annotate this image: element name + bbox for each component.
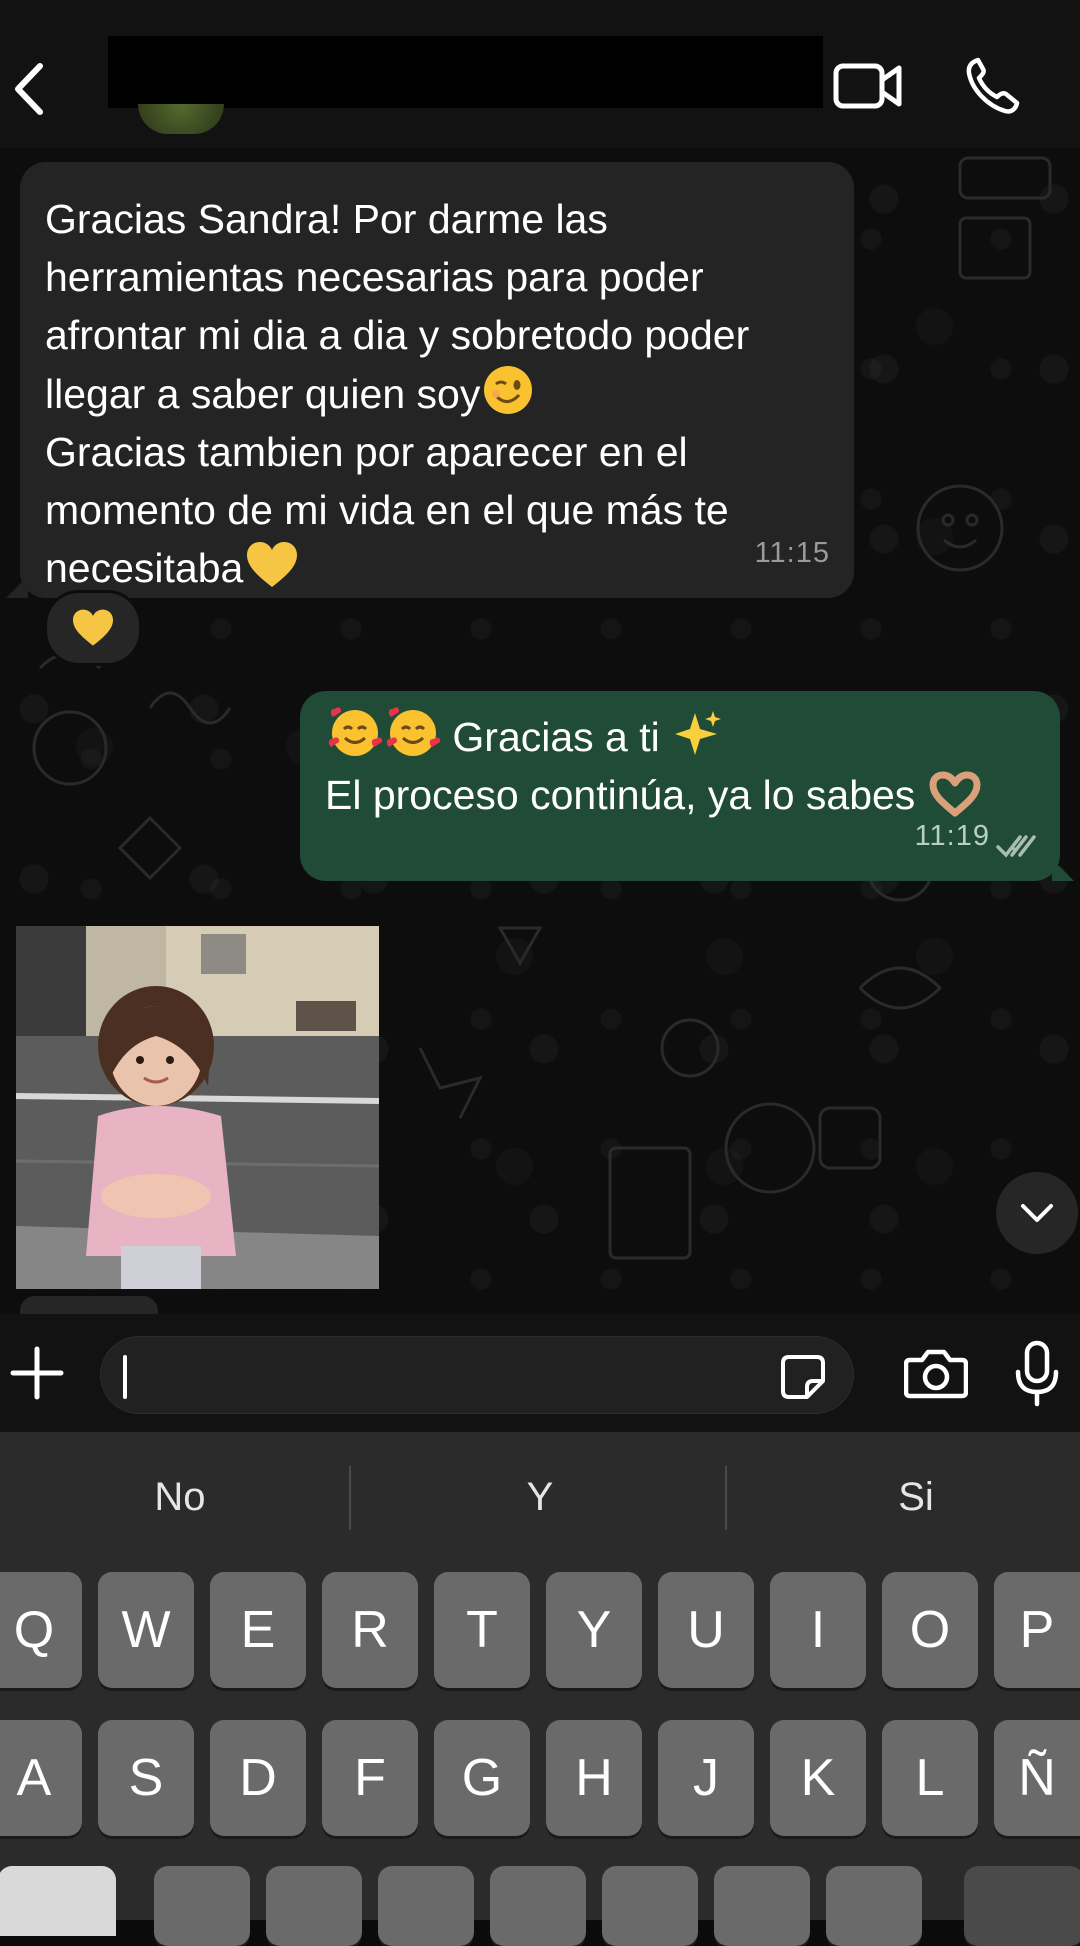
key-row3-partial[interactable]: [378, 1866, 474, 1946]
message-line-with-emoji: necesitaba: [45, 539, 834, 597]
suggestion-no[interactable]: No: [0, 1464, 360, 1530]
double-check-icon: [996, 835, 1036, 858]
contact-avatar[interactable]: [138, 104, 224, 134]
microphone-icon: [1015, 1340, 1059, 1407]
key-w[interactable]: W: [98, 1572, 194, 1688]
yellow-heart-emoji-icon: [73, 609, 113, 646]
suggestion-si[interactable]: Si: [736, 1464, 1080, 1530]
message-line: Gracias tambien por aparecer en el: [45, 429, 688, 475]
text-cursor: [123, 1355, 127, 1399]
key-y[interactable]: Y: [546, 1572, 642, 1688]
key-r[interactable]: R: [322, 1572, 418, 1688]
message-text: Gracias a ti: [452, 714, 660, 760]
suggestion-divider: [725, 1466, 727, 1530]
key-u[interactable]: U: [658, 1572, 754, 1688]
message-text: necesitaba: [45, 545, 244, 591]
key-g[interactable]: G: [434, 1720, 530, 1836]
shift-key[interactable]: [0, 1866, 116, 1936]
key-j[interactable]: J: [658, 1720, 754, 1836]
key-f[interactable]: F: [322, 1720, 418, 1836]
scroll-to-bottom-button[interactable]: [996, 1172, 1078, 1254]
predictive-suggestions-bar: No Y Si: [0, 1432, 1080, 1562]
key-row3-partial[interactable]: [154, 1866, 250, 1946]
key-k[interactable]: K: [770, 1720, 866, 1836]
image-message[interactable]: [16, 926, 379, 1289]
image-caption-peek: [20, 1296, 158, 1314]
key-d[interactable]: D: [210, 1720, 306, 1836]
redacted-contact-name[interactable]: [108, 36, 823, 108]
message-text: El proceso continúa, ya lo sabes: [325, 772, 916, 818]
smiling-face-with-hearts-emoji-icon: [328, 707, 383, 756]
message-line-with-emoji: llegar a saber quien soy: [45, 364, 834, 423]
key-q[interactable]: Q: [0, 1572, 82, 1688]
phone-icon: [966, 57, 1020, 114]
smiling-face-with-hearts-emoji-icon: [386, 707, 441, 756]
key-e[interactable]: E: [210, 1572, 306, 1688]
video-call-button[interactable]: [832, 60, 904, 112]
key-t[interactable]: T: [434, 1572, 530, 1688]
message-input[interactable]: [100, 1336, 854, 1414]
key-row3-partial[interactable]: [826, 1866, 922, 1946]
key-i[interactable]: I: [770, 1572, 866, 1688]
bubble-tail: [1052, 859, 1074, 881]
outgoing-message-bubble[interactable]: Gracias a ti El proceso continúa, ya lo …: [300, 691, 1074, 881]
chevron-left-icon: [15, 63, 43, 115]
message-line: afrontar mi dia a dia y sobretodo poder: [45, 312, 750, 358]
message-reaction[interactable]: [44, 590, 142, 666]
message-line: herramientas necesarias para poder: [45, 254, 704, 300]
key-a[interactable]: A: [0, 1720, 82, 1836]
key-o[interactable]: O: [882, 1572, 978, 1688]
key-row3-partial[interactable]: [714, 1866, 810, 1946]
message-list[interactable]: Gracias Sandra! Por darme las herramient…: [0, 148, 1080, 1314]
message-composer: [0, 1314, 1080, 1432]
message-text: llegar a saber quien soy: [45, 371, 481, 417]
attach-button[interactable]: [10, 1346, 64, 1400]
chevron-down-icon: [1021, 1204, 1053, 1222]
key-h[interactable]: H: [546, 1720, 642, 1836]
key-l[interactable]: L: [882, 1720, 978, 1836]
sparkles-emoji-icon: [675, 711, 722, 755]
message-line: momento de mi vida en el que más te: [45, 487, 729, 533]
camera-button[interactable]: [903, 1348, 969, 1400]
voice-message-button[interactable]: [1014, 1340, 1060, 1408]
key-row3-partial[interactable]: [266, 1866, 362, 1946]
key-row3-partial[interactable]: [490, 1866, 586, 1946]
suggestion-y[interactable]: Y: [360, 1464, 720, 1530]
plus-icon: [10, 1346, 64, 1400]
keyboard: No Y Si Q W E R T Y U I O P A S D F G H …: [0, 1432, 1080, 1946]
camera-icon: [903, 1349, 969, 1399]
message-line: Gracias Sandra! Por darme las: [45, 196, 608, 242]
incoming-message-bubble[interactable]: Gracias Sandra! Por darme las herramient…: [6, 162, 854, 598]
key-s[interactable]: S: [98, 1720, 194, 1836]
suggestion-divider: [349, 1466, 351, 1530]
key-enye[interactable]: Ñ: [994, 1720, 1080, 1836]
delete-key[interactable]: [964, 1866, 1080, 1946]
yellow-heart-emoji-icon: [247, 542, 298, 587]
sticker-button[interactable]: [779, 1353, 827, 1401]
winking-face-emoji-icon: [484, 366, 533, 414]
key-p[interactable]: P: [994, 1572, 1080, 1688]
bubble-tail: [6, 576, 28, 598]
voice-call-button[interactable]: [964, 56, 1020, 116]
photo-thumbnail: [16, 926, 379, 1289]
message-timestamp: 11:19: [914, 820, 990, 852]
sticker-icon: [781, 1355, 825, 1399]
video-camera-icon: [833, 63, 902, 109]
chat-header: [0, 0, 1080, 149]
message-line-with-emoji: Gracias a ti: [325, 707, 1040, 766]
key-row3-partial[interactable]: [602, 1866, 698, 1946]
message-timestamp: 11:15: [754, 537, 830, 569]
back-button[interactable]: [8, 62, 56, 116]
